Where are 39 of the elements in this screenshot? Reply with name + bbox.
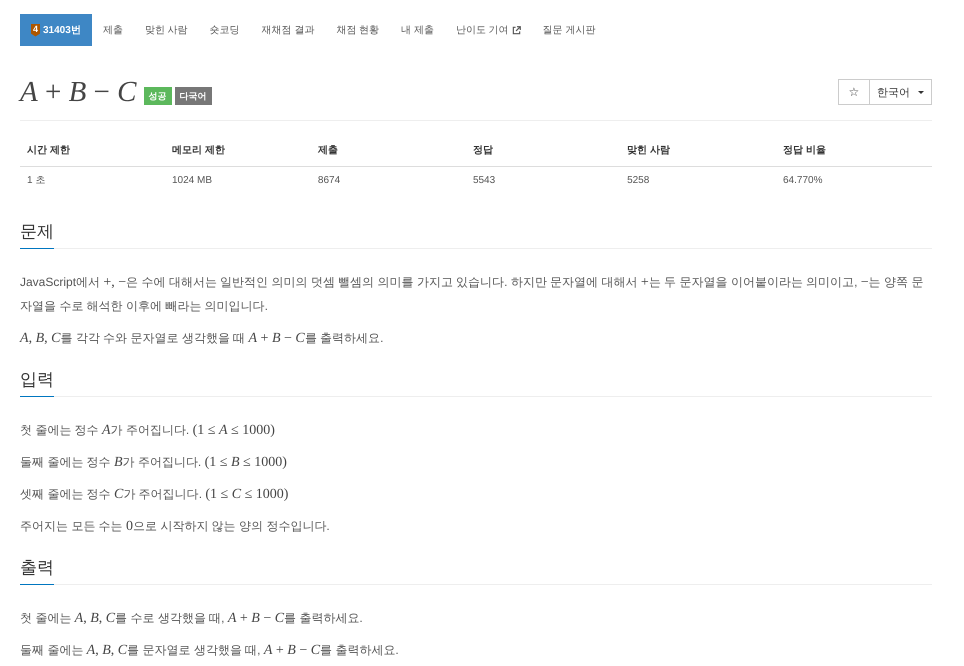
description-text: 첫 줄에는 A, B, C를 수로 생각했을 때, A + B − C를 출력하세요. [20,610,364,628]
description-text: JavaScript에서 +, −은 수에 대해서는 일반적인 의미의 덧셈 뺄셈의 의미를 가지고 있습니다. 하지만 문자열에 대해서 +는 두 문자열을 이어붙이라는 의미이고, −는 양쪽 문자열을 수로 해석한 이후에 빼라는 의미입니다. [20,274,924,315]
description-text: 첫 줄에는 정수 A가 주어집니다. (1 ≤ A ≤ 1000) [20,422,276,440]
table-header: 시간 제한 [20,134,165,166]
table-header: 맞힌 사람 [620,134,776,166]
description-text: 셋째 줄에는 정수 C가 주어집니다. (1 ≤ C ≤ 1000) [20,486,290,504]
language-dropdown[interactable]: 한국어 [870,79,932,105]
nav-tab[interactable]: 질문 게시판 [532,14,606,46]
nav-tab[interactable]: 난이도 기여 [444,14,532,46]
table-header: 메모리 제한 [165,134,311,166]
table-cell: 1024 MB [165,166,311,198]
section-heading: 출력 [20,556,54,585]
section-heading: 문제 [20,220,54,249]
table-cell: 5258 [620,166,776,198]
description-text: 둘째 줄에는 정수 B가 주어집니다. (1 ≤ B ≤ 1000) [20,454,288,472]
table-header: 제출 [310,134,466,166]
nav-tab[interactable]: 숏코딩 [198,14,251,46]
table-header: 정답 비율 [776,134,932,166]
problem-title: A + B − C [20,75,136,110]
description-text: A, B, C를 각각 수와 문자열로 생각했을 때 A + B − C를 출력하세요. [20,330,384,348]
tier-badge: 4 [31,24,40,36]
nav-tab[interactable]: 제출 [92,14,134,46]
table-cell: 64.770% [776,166,932,198]
table-cell: 1 초 [20,166,165,198]
star-button[interactable]: ☆ [838,79,870,105]
description-text: 둘째 줄에는 A, B, C를 문자열로 생각했을 때, A + B − C를 출력하세요. [20,642,400,660]
nav-tab[interactable]: 맞힌 사람 [134,14,199,46]
caret-icon [918,90,924,94]
nav-tab[interactable]: 4 31403번 [20,14,92,46]
table-header: 정답 [466,134,620,166]
problem-tag: 다국어 [174,87,212,105]
description-text: 주어지는 모든 수는 0으로 시작하지 않는 양의 정수입니다. [20,518,331,536]
section-heading: 입력 [20,368,54,397]
problem-tag: 성공 [144,87,172,105]
table-cell: 5543 [466,166,620,198]
nav-tab[interactable]: 채점 현황 [325,14,390,46]
table-cell: 8674 [310,166,466,198]
nav-tab[interactable]: 재채점 결과 [250,14,326,46]
nav-tab[interactable]: 내 제출 [390,14,445,46]
